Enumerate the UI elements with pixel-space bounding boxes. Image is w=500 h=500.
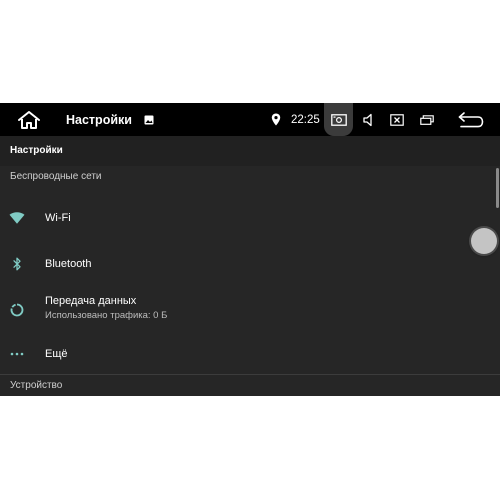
volume-button[interactable] (358, 103, 380, 136)
close-window-button[interactable] (386, 103, 408, 136)
bluetooth-icon (8, 255, 26, 273)
settings-list[interactable]: Беспроводные сети Wi-Fi Bluetooth Переда… (0, 166, 500, 396)
settings-item-data-usage[interactable]: Передача данных Использовано трафика: 0 … (0, 288, 470, 332)
settings-item-title: Ещё (45, 348, 68, 360)
wifi-icon (8, 209, 26, 227)
android-screen: Настройки 22:25 Настройки Беспроводные с… (0, 103, 500, 396)
back-icon (458, 111, 484, 127)
screenshot-icon (330, 113, 347, 126)
section-divider (0, 374, 500, 375)
settings-item-title: Bluetooth (45, 258, 92, 270)
recent-apps-button[interactable] (416, 103, 438, 136)
settings-item-title: Wi-Fi (45, 212, 71, 224)
scrollbar[interactable] (496, 168, 499, 208)
data-usage-icon (8, 301, 26, 319)
location-icon (268, 103, 284, 136)
clock: 22:25 (291, 113, 320, 126)
status-bar: Настройки 22:25 (0, 103, 500, 136)
home-icon (18, 110, 40, 129)
image-notification-icon (142, 103, 156, 136)
settings-item-more[interactable]: Ещё (0, 338, 470, 370)
settings-toolbar: Настройки (0, 136, 500, 166)
section-header-wireless: Беспроводные сети (10, 171, 102, 182)
close-window-icon (390, 113, 404, 126)
settings-item-subtitle: Использовано трафика: 0 Б (45, 310, 168, 321)
section-header-device: Устройство (10, 380, 63, 391)
home-button[interactable] (10, 103, 48, 136)
back-button[interactable] (455, 103, 487, 136)
settings-item-bluetooth[interactable]: Bluetooth (0, 248, 470, 280)
settings-item-title: Передача данных (45, 295, 137, 307)
page-title: Настройки (10, 145, 63, 156)
status-bar-title: Настройки (66, 112, 132, 127)
windows-icon (420, 114, 434, 125)
screenshot-button[interactable] (324, 103, 353, 136)
settings-item-wifi[interactable]: Wi-Fi (0, 202, 470, 234)
more-icon (8, 345, 26, 363)
volume-icon (363, 113, 372, 126)
floating-assistive-button[interactable] (471, 228, 497, 254)
